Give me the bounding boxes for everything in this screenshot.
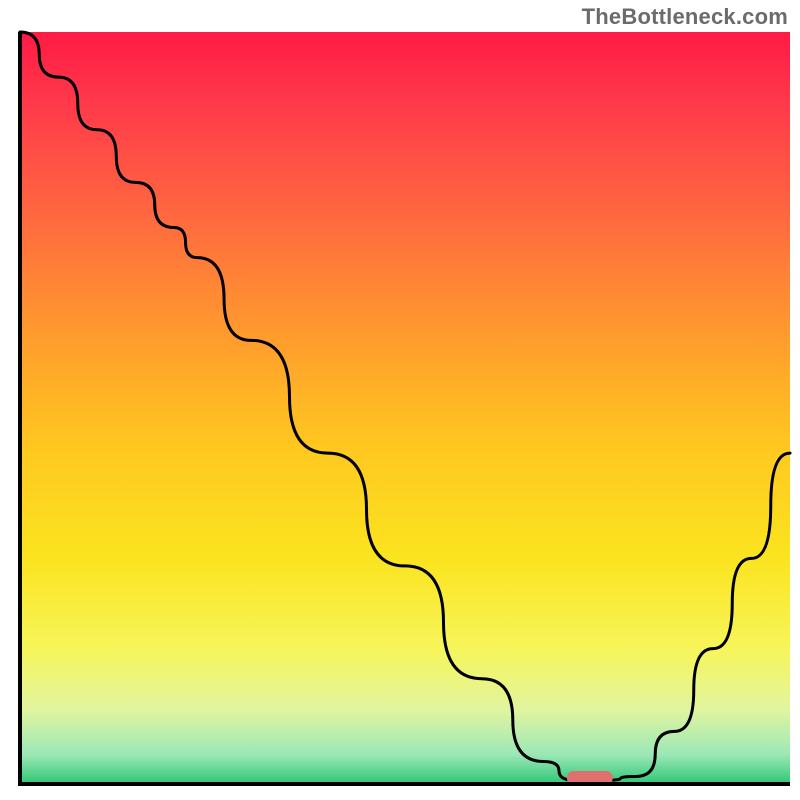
chart-container: TheBottleneck.com [0, 0, 800, 800]
chart-svg [8, 28, 794, 796]
chart-background [20, 32, 790, 784]
bottleneck-chart [8, 28, 794, 796]
watermark-label: TheBottleneck.com [582, 4, 788, 30]
